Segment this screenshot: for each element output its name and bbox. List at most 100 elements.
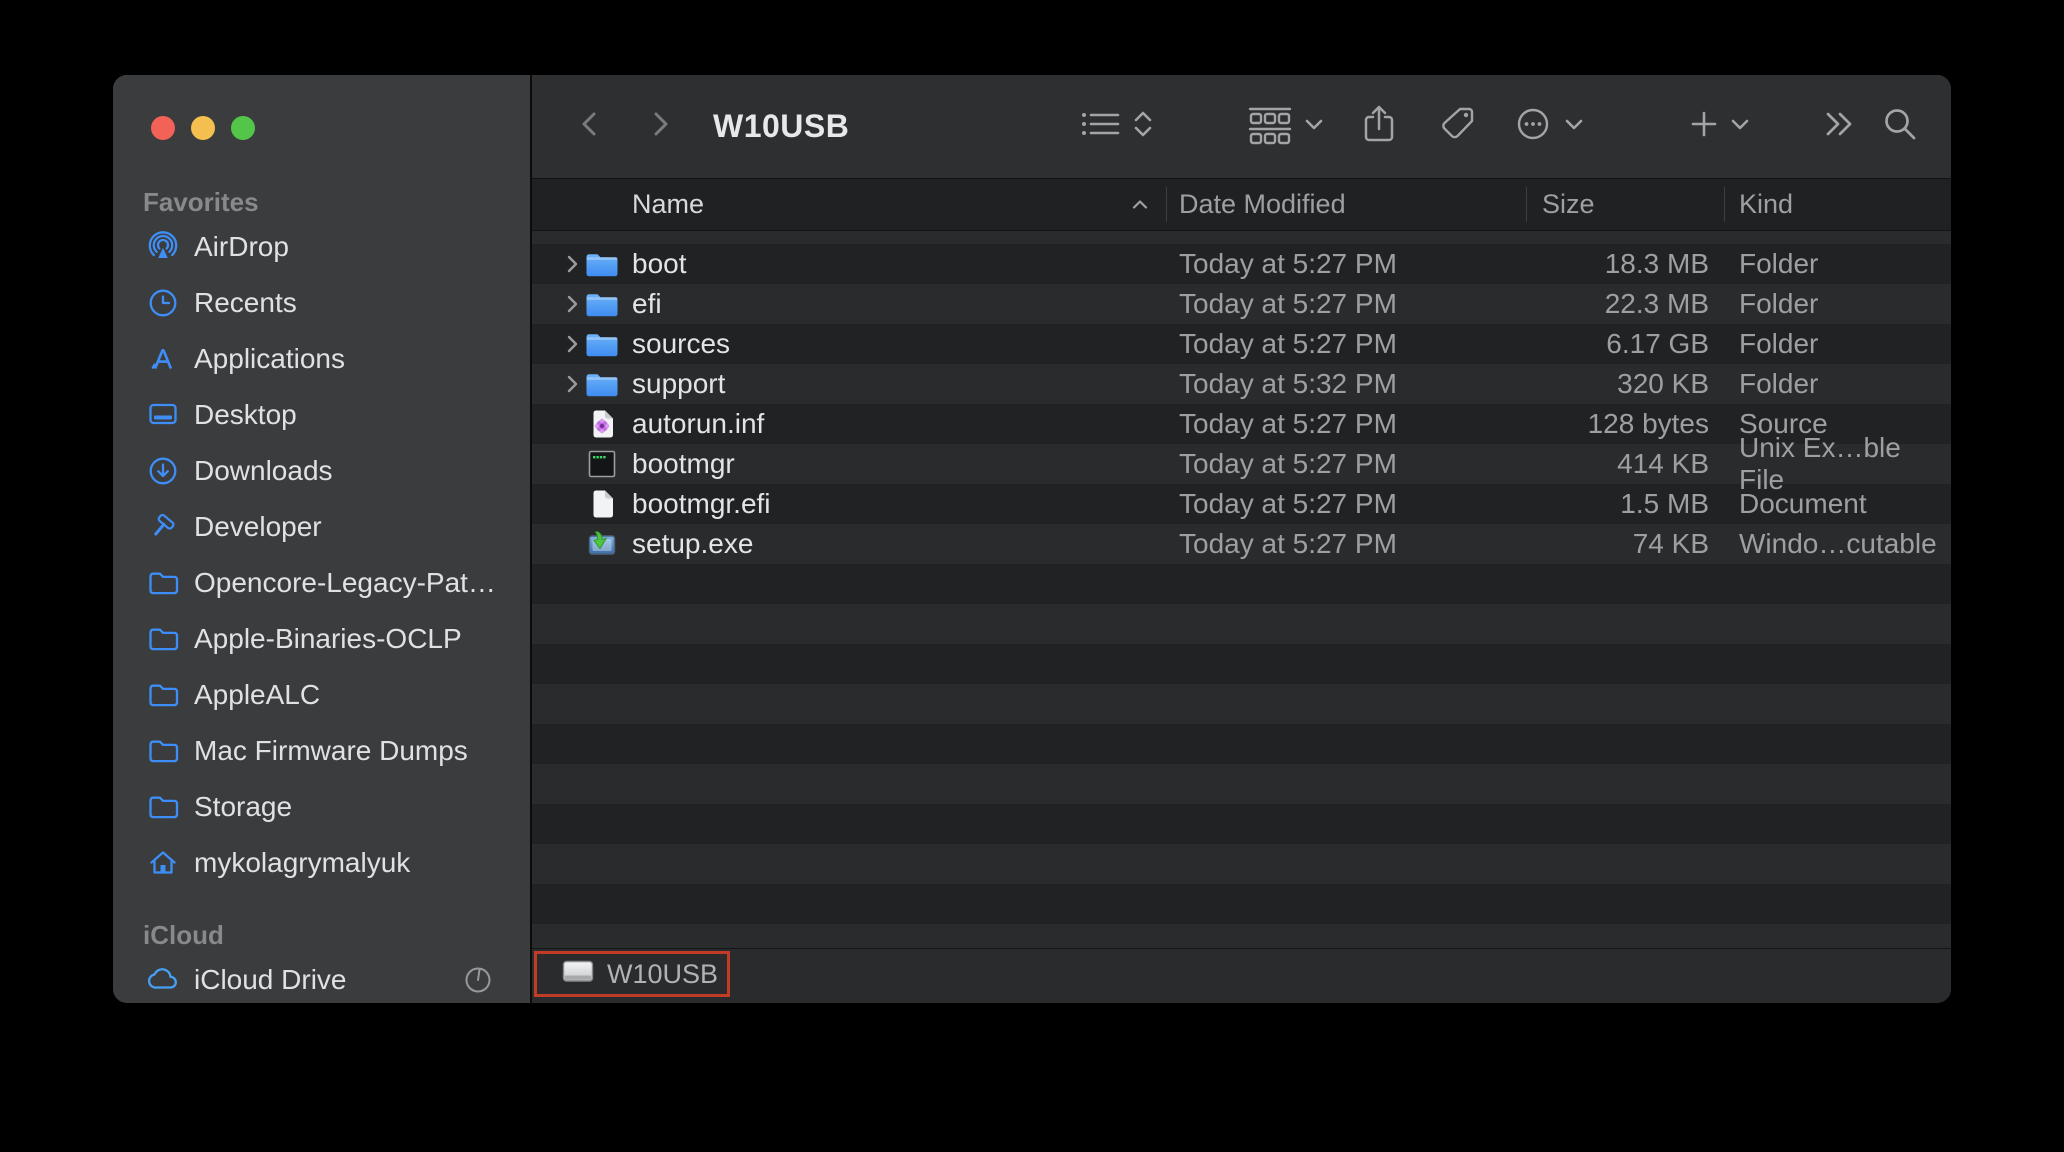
file-kind: Folder (1739, 288, 1819, 319)
document-icon (584, 484, 620, 524)
minimize-window-button[interactable] (191, 116, 215, 140)
file-date: Today at 5:27 PM (1179, 328, 1397, 359)
sidebar-item-desktop[interactable]: Desktop (113, 387, 530, 443)
sidebar-item-label: AirDrop (194, 231, 289, 262)
column-divider[interactable] (1526, 187, 1527, 222)
sidebar: Favorites AirDrop Recents Applications D… (113, 75, 530, 1003)
double-chevron-right-icon (1820, 109, 1858, 144)
folder-icon (147, 679, 179, 711)
sidebar-item-recents[interactable]: Recents (113, 275, 530, 331)
file-size: 1.5 MB (1620, 488, 1709, 519)
sidebar-item-applealc[interactable]: AppleALC (113, 667, 530, 723)
annotation-highlight-box: W10USB (534, 951, 730, 997)
hammer-icon (147, 511, 179, 543)
column-header-name[interactable]: Name (632, 179, 704, 230)
close-window-button[interactable] (151, 116, 175, 140)
group-by-button[interactable] (1242, 75, 1332, 178)
file-date: Today at 5:27 PM (1179, 448, 1397, 479)
file-kind: Unix Ex…ble File (1739, 432, 1901, 495)
sidebar-item-label: iCloud Drive (194, 964, 347, 995)
file-row-sources[interactable]: sources Today at 5:27 PM 6.17 GB Folder (532, 324, 1951, 364)
cloud-icon (147, 964, 179, 996)
forward-button[interactable] (642, 75, 678, 178)
disclosure-chevron-icon[interactable] (562, 244, 582, 284)
toolbar-overflow-button[interactable] (1814, 75, 1864, 178)
sidebar-item-applications[interactable]: Applications (113, 331, 530, 387)
app-store-icon (147, 343, 179, 375)
back-button[interactable] (572, 75, 608, 178)
sidebar-item-label: AppleALC (194, 679, 321, 710)
file-row-boot[interactable]: boot Today at 5:27 PM 18.3 MB Folder (532, 244, 1951, 284)
content-area: W10USB Name Date Modified Size Kind boot… (530, 75, 1951, 1003)
file-row-bootmgr-efi[interactable]: bootmgr.efi Today at 5:27 PM 1.5 MB Docu… (532, 484, 1951, 524)
sidebar-item-airdrop[interactable]: AirDrop (113, 219, 530, 275)
view-mode-button[interactable] (1076, 75, 1160, 178)
share-icon (1361, 104, 1397, 149)
sidebar-item-home[interactable]: mykolagrymalyuk (113, 835, 530, 891)
list-view-icon (1081, 107, 1121, 146)
tags-button[interactable] (1431, 75, 1485, 178)
folder-icon (584, 284, 620, 324)
zoom-window-button[interactable] (231, 116, 255, 140)
folder-icon (147, 623, 179, 655)
sidebar-item-opencore-legacy-patcher[interactable]: Opencore-Legacy-Pat… (113, 555, 530, 611)
disclosure-chevron-icon[interactable] (562, 364, 582, 404)
sidebar-item-developer[interactable]: Developer (113, 499, 530, 555)
airdrop-icon (147, 231, 179, 263)
path-bar: W10USB (532, 948, 1951, 1003)
column-divider[interactable] (1724, 187, 1725, 222)
home-icon (147, 847, 179, 879)
file-name: bootmgr.efi (632, 488, 771, 519)
file-row-support[interactable]: support Today at 5:32 PM 320 KB Folder (532, 364, 1951, 404)
file-size: 18.3 MB (1604, 248, 1709, 279)
folder-icon (147, 735, 179, 767)
sidebar-item-downloads[interactable]: Downloads (113, 443, 530, 499)
sidebar-item-apple-binaries-oclp[interactable]: Apple-Binaries-OCLP (113, 611, 530, 667)
file-size: 74 KB (1632, 528, 1709, 559)
file-size: 6.17 GB (1606, 328, 1709, 359)
column-header-date-modified[interactable]: Date Modified (1179, 179, 1346, 230)
file-name: setup.exe (632, 528, 754, 559)
file-size: 320 KB (1617, 368, 1709, 399)
column-header: Name Date Modified Size Kind (532, 178, 1951, 231)
group-view-icon (1248, 105, 1292, 148)
file-date: Today at 5:27 PM (1179, 408, 1397, 439)
file-list: boot Today at 5:27 PM 18.3 MB Folder efi… (532, 231, 1951, 948)
desktop-icon (147, 399, 179, 431)
ellipsis-circle-icon (1514, 105, 1552, 148)
file-row-bootmgr[interactable]: bootmgr Today at 5:27 PM 414 KB Unix Ex…… (532, 432, 1951, 495)
sidebar-item-label: Recents (194, 287, 297, 318)
search-button[interactable] (1874, 75, 1926, 178)
folder-icon (147, 567, 179, 599)
sidebar-item-mac-firmware-dumps[interactable]: Mac Firmware Dumps (113, 723, 530, 779)
file-name: bootmgr (632, 448, 735, 479)
sidebar-item-label: Desktop (194, 399, 297, 430)
sidebar-item-label: mykolagrymalyuk (194, 847, 411, 878)
file-row-efi[interactable]: efi Today at 5:27 PM 22.3 MB Folder (532, 284, 1951, 324)
file-name: support (632, 368, 726, 399)
more-actions-button[interactable] (1507, 75, 1593, 178)
search-icon (1881, 105, 1919, 148)
column-divider[interactable] (1166, 187, 1167, 222)
share-button[interactable] (1354, 75, 1404, 178)
new-item-button[interactable] (1684, 75, 1758, 178)
file-date: Today at 5:27 PM (1179, 248, 1397, 279)
file-row-setup-exe[interactable]: setup.exe Today at 5:27 PM 74 KB Windo…c… (532, 524, 1951, 564)
file-name: autorun.inf (632, 408, 765, 439)
file-date: Today at 5:27 PM (1179, 288, 1397, 319)
file-size: 414 KB (1617, 448, 1709, 479)
tag-icon (1439, 105, 1477, 148)
finder-window: Favorites AirDrop Recents Applications D… (113, 75, 1951, 1003)
chevron-down-icon (1302, 112, 1326, 141)
path-bar-volume[interactable]: W10USB (607, 959, 718, 990)
column-header-kind[interactable]: Kind (1739, 179, 1793, 230)
windows-executable-icon (584, 524, 620, 564)
file-date: Today at 5:32 PM (1179, 368, 1397, 399)
disclosure-chevron-icon[interactable] (562, 324, 582, 364)
chevron-right-icon (643, 107, 677, 146)
column-header-size[interactable]: Size (1542, 179, 1595, 230)
folder-icon (147, 791, 179, 823)
sidebar-item-storage[interactable]: Storage (113, 779, 530, 835)
file-name: sources (632, 328, 731, 359)
disclosure-chevron-icon[interactable] (562, 284, 582, 324)
